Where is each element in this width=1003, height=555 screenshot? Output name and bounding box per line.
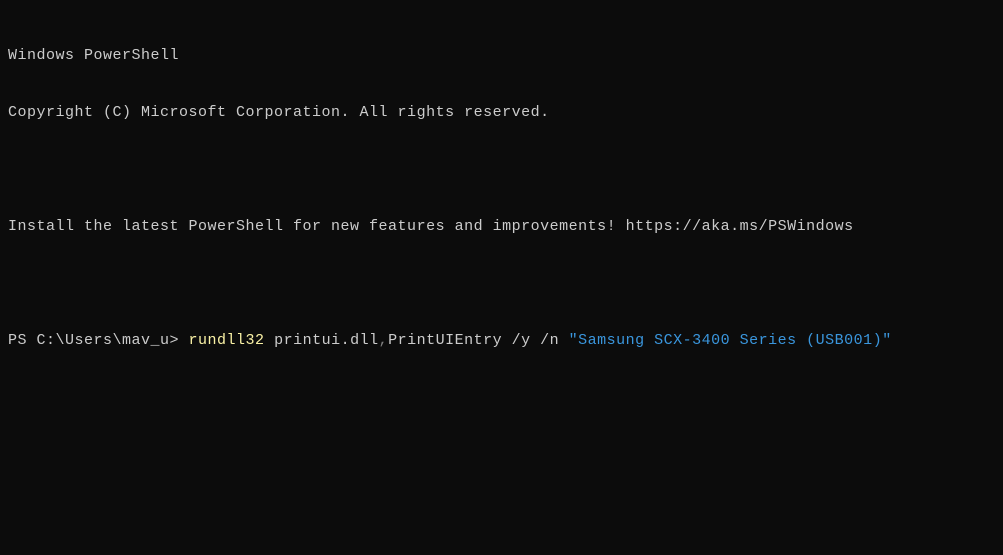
- prompt-line[interactable]: PS C:\Users\mav_u> rundll32 printui.dll,…: [8, 331, 995, 350]
- command-arg-dll: printui.dll: [265, 332, 379, 349]
- command-printer-string: "Samsung SCX-3400 Series (USB001)": [569, 332, 892, 349]
- command-executable: rundll32: [189, 332, 265, 349]
- banner-line-2: Copyright (C) Microsoft Corporation. All…: [8, 103, 995, 122]
- blank-line: [8, 160, 995, 179]
- command-comma: ,: [379, 332, 389, 349]
- terminal-area[interactable]: Windows PowerShell Copyright (C) Microso…: [8, 8, 995, 369]
- blank-line: [8, 274, 995, 293]
- banner-line-1: Windows PowerShell: [8, 46, 995, 65]
- command-entry-args: PrintUIEntry /y /n: [388, 332, 569, 349]
- install-hint-line: Install the latest PowerShell for new fe…: [8, 217, 995, 236]
- space: [179, 332, 189, 349]
- prompt-prefix: PS C:\Users\mav_u>: [8, 332, 179, 349]
